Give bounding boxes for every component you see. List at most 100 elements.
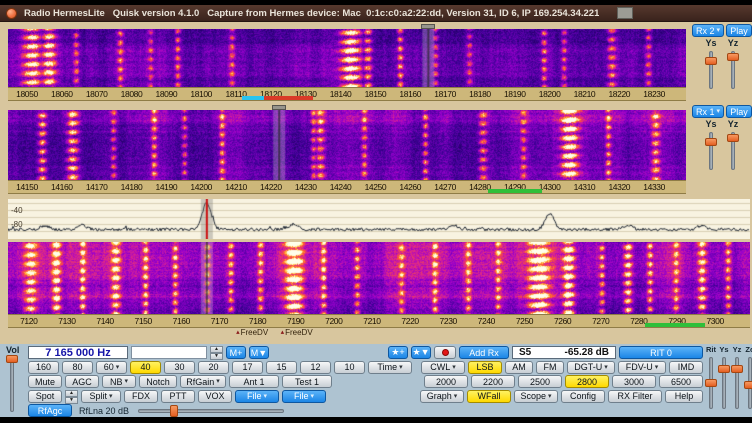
record-button[interactable] — [434, 346, 456, 359]
band-80-button[interactable]: 80 — [62, 361, 93, 374]
spin-down-icon[interactable]: ▼ — [65, 397, 78, 404]
titlebar[interactable]: Radio HermesLite Quisk version 4.1.0 Cap… — [0, 5, 752, 22]
zo-slider[interactable] — [744, 355, 752, 411]
band-20-button[interactable]: 20 — [198, 361, 229, 374]
filter-2500-button[interactable]: 2500 — [518, 375, 562, 388]
filter-2200-button[interactable]: 2200 — [471, 375, 515, 388]
mode-am-button[interactable]: AM — [505, 361, 533, 374]
band-12-button[interactable]: 12 — [300, 361, 331, 374]
volume-slider[interactable] — [6, 356, 18, 414]
rit-slider[interactable] — [705, 355, 717, 411]
rx1-play-button[interactable]: Play — [726, 105, 752, 118]
slider-handle[interactable] — [727, 134, 739, 142]
band-17-button[interactable]: 17 — [232, 361, 263, 374]
rx2-yz-slider[interactable] — [727, 49, 739, 91]
rfagc-button[interactable]: RfAgc — [28, 404, 72, 417]
close-button[interactable] — [6, 8, 17, 19]
frequency-spinner[interactable]: ▲▼ — [210, 346, 223, 359]
spin-up-icon[interactable]: ▲ — [65, 390, 78, 397]
view-config-button[interactable]: Config — [561, 390, 605, 403]
mode-dgt-u-button[interactable]: DGT-U▾ — [567, 361, 615, 374]
view-graph-button[interactable]: Graph▾ — [420, 390, 464, 403]
rx2-ys-slider[interactable] — [705, 49, 717, 91]
favorite-btn-button[interactable]: ★▼ — [411, 346, 431, 359]
mode-fm-button[interactable]: FM — [536, 361, 564, 374]
filter-2000-button[interactable]: 2000 — [424, 375, 468, 388]
mode-lsb-button[interactable]: LSB — [468, 361, 502, 374]
ctl-nb-button[interactable]: NB▾ — [102, 375, 136, 388]
tuning-marker[interactable] — [272, 105, 286, 110]
rx2-button[interactable]: Rx 2▾ — [692, 24, 724, 37]
band-30-button[interactable]: 30 — [164, 361, 195, 374]
spin-down-icon[interactable]: ▼ — [210, 353, 223, 360]
view-help-button[interactable]: Help — [665, 390, 703, 403]
memory-m-button[interactable]: M▼ — [249, 346, 269, 359]
rflna-slider[interactable] — [136, 405, 286, 417]
slider-handle[interactable] — [727, 53, 739, 61]
tx-vox-button[interactable]: VOX — [198, 390, 232, 403]
ctl-notch-button[interactable]: Notch — [139, 375, 177, 388]
ctl-ant-1-button[interactable]: Ant 1 — [229, 375, 279, 388]
ctl-rfgain-button[interactable]: RfGain▾ — [180, 375, 226, 388]
ctl-agc-button[interactable]: AGC — [65, 375, 99, 388]
mode-fdv-u-button[interactable]: FDV-U▾ — [618, 361, 666, 374]
tx-file-button[interactable]: File▾ — [235, 390, 279, 403]
tx-fdx-button[interactable]: FDX — [124, 390, 158, 403]
frequency-scale-18mhz[interactable]: 1805018060180701808018090181001811018120… — [8, 87, 686, 101]
tx-file-button[interactable]: File▾ — [282, 390, 326, 403]
tx-spot-button[interactable]: Spot — [28, 390, 62, 403]
frequency-scale-7mhz[interactable]: 7120713071407150716071707180719072007210… — [8, 314, 750, 328]
slider-handle[interactable] — [705, 379, 717, 387]
favorite-btn-button[interactable]: ★+ — [388, 346, 408, 359]
tx-split-button[interactable]: Split▾ — [81, 390, 121, 403]
slider-handle[interactable] — [170, 405, 178, 417]
spin-up-icon[interactable]: ▲ — [210, 346, 223, 353]
waterfall-canvas-7mhz[interactable] — [8, 242, 750, 314]
spot-level-spinner[interactable]: ▲▼ — [65, 390, 78, 403]
frequency-scale-14mhz[interactable]: 1415014160141701418014190142001421014220… — [8, 180, 686, 194]
slider-handle[interactable] — [731, 365, 743, 373]
tx-ptt-button[interactable]: PTT — [161, 390, 195, 403]
station-marker[interactable]: ▴FreeDV — [281, 328, 313, 337]
mode-imd-button[interactable]: IMD — [669, 361, 703, 374]
ys-slider[interactable] — [718, 355, 730, 411]
rx1-ys-slider[interactable] — [705, 130, 717, 172]
tuning-strip-14mhz[interactable] — [8, 105, 686, 110]
rx2-play-button[interactable]: Play — [726, 24, 752, 37]
frequency-entry[interactable] — [131, 346, 207, 359]
view-scope-button[interactable]: Scope▾ — [514, 390, 558, 403]
filter-2800-button[interactable]: 2800 — [565, 375, 609, 388]
station-marker[interactable]: ▴FreeDV — [236, 328, 268, 337]
ctl-test-1-button[interactable]: Test 1 — [282, 375, 332, 388]
tuning-strip-18mhz[interactable] — [8, 24, 686, 29]
yz-slider[interactable] — [731, 355, 743, 411]
view-rx-filter-button[interactable]: RX Filter — [608, 390, 662, 403]
ctl-mute-button[interactable]: Mute — [28, 375, 62, 388]
band-40-button[interactable]: 40 — [130, 361, 161, 374]
filter-6500-button[interactable]: 6500 — [659, 375, 703, 388]
filter-3000-button[interactable]: 3000 — [612, 375, 656, 388]
waterfall-canvas-18mhz[interactable] — [8, 29, 686, 87]
add-rx-button[interactable]: Add Rx — [459, 346, 509, 359]
band-10-button[interactable]: 10 — [334, 361, 365, 374]
band-60-button[interactable]: 60▾ — [96, 361, 127, 374]
mode-cwl-button[interactable]: CWL▾ — [421, 361, 465, 374]
band-time-button[interactable]: Time▾ — [368, 361, 412, 374]
quisk-window: Radio HermesLite Quisk version 4.1.0 Cap… — [0, 5, 752, 417]
bandplan-segment — [242, 96, 264, 100]
band-160-button[interactable]: 160 — [28, 361, 59, 374]
band-15-button[interactable]: 15 — [266, 361, 297, 374]
slider-handle[interactable] — [705, 57, 717, 65]
view-wfall-button[interactable]: WFall — [467, 390, 511, 403]
slider-handle[interactable] — [705, 138, 717, 146]
rx1-yz-slider[interactable] — [727, 130, 739, 172]
rx1-button[interactable]: Rx 1▾ — [692, 105, 724, 118]
waterfall-canvas-14mhz[interactable] — [8, 110, 686, 180]
tuning-marker[interactable] — [421, 24, 435, 29]
slider-handle[interactable] — [744, 381, 752, 389]
memory-m-button[interactable]: M+ — [226, 346, 246, 359]
slider-handle[interactable] — [6, 355, 18, 363]
slider-handle[interactable] — [718, 365, 730, 373]
spectrum-graph-canvas[interactable] — [8, 199, 750, 239]
rit-button[interactable]: RIT 0 — [619, 346, 703, 359]
